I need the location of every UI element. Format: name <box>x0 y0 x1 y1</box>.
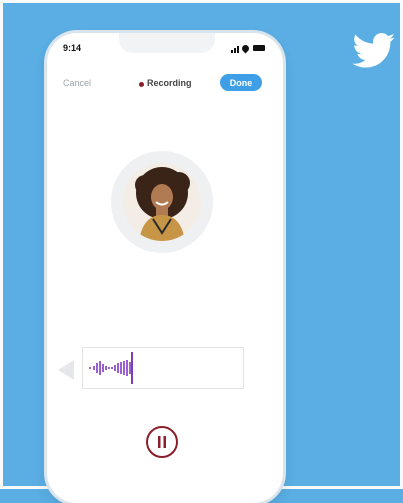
pause-icon <box>158 436 166 448</box>
playhead-cursor <box>131 352 133 384</box>
triangle-left-icon[interactable] <box>58 360 74 380</box>
avatar-ring <box>111 151 213 253</box>
signal-icon <box>234 48 236 53</box>
status-icons <box>231 43 265 54</box>
pause-button[interactable] <box>146 426 178 458</box>
battery-icon <box>253 45 265 51</box>
signal-icon <box>231 50 233 53</box>
phone-notch <box>119 33 215 53</box>
wifi-icon <box>240 43 251 54</box>
cancel-button[interactable]: Cancel <box>63 78 91 88</box>
status-time: 9:14 <box>63 43 82 53</box>
recording-label: Recording <box>147 78 192 88</box>
twitter-bird-icon <box>352 33 395 68</box>
done-button[interactable]: Done <box>220 74 262 91</box>
signal-icon <box>237 46 239 53</box>
avatar <box>123 163 201 241</box>
phone-screen: 9:14 Cancel Recording Done <box>47 33 283 503</box>
audio-waveform-track[interactable] <box>82 347 244 389</box>
recording-dot-icon <box>139 82 144 87</box>
